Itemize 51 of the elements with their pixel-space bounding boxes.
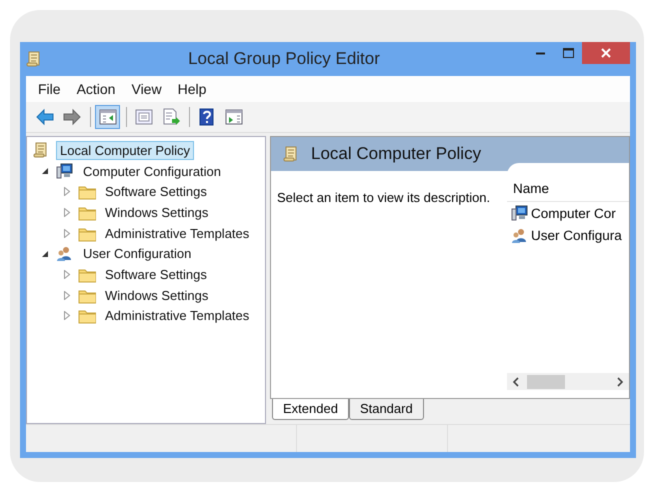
- tree-item[interactable]: Software Settings: [101, 182, 211, 202]
- collapsed-arrow-icon[interactable]: [63, 311, 71, 320]
- tree-item[interactable]: Windows Settings: [101, 286, 212, 305]
- tree-item[interactable]: Windows Settings: [101, 202, 212, 222]
- tree-item[interactable]: Computer Configuration: [79, 162, 226, 181]
- back-arrow-icon: [36, 108, 54, 126]
- close-icon: [601, 48, 611, 58]
- collapsed-arrow-icon[interactable]: [63, 228, 71, 238]
- scroll-icon: [283, 146, 299, 162]
- users-icon: [511, 226, 529, 244]
- menu-item[interactable]: View: [123, 81, 170, 97]
- menu-item[interactable]: Action: [68, 81, 124, 97]
- collapsed-arrow-icon[interactable]: [63, 187, 71, 196]
- menu-item[interactable]: Help: [170, 81, 214, 97]
- collapsed-arrow-icon[interactable]: [63, 208, 71, 217]
- users-icon: [56, 245, 74, 262]
- expanded-arrow-icon[interactable]: [41, 250, 49, 258]
- panel-icon: [224, 108, 242, 126]
- scroll-left-icon[interactable]: [512, 376, 519, 386]
- column-header[interactable]: Name: [513, 180, 550, 196]
- maximize-icon: [562, 48, 574, 58]
- window-title: Local Group Policy Editor: [187, 49, 381, 69]
- expanded-arrow-icon[interactable]: [41, 167, 49, 176]
- scrollbar-thumb[interactable]: [527, 374, 565, 388]
- toolbar-button[interactable]: [95, 105, 120, 129]
- collapsed-arrow-icon[interactable]: [63, 290, 71, 300]
- menu-item[interactable]: File: [30, 81, 69, 97]
- tab[interactable]: Extended: [272, 399, 349, 420]
- pane-icon: [98, 108, 116, 126]
- collapsed-arrow-icon[interactable]: [63, 270, 71, 279]
- computer-icon: [56, 162, 74, 180]
- tree-item[interactable]: User Configuration: [79, 244, 196, 264]
- list-item[interactable]: Computer Cor: [531, 206, 616, 220]
- scroll-right-icon[interactable]: [617, 376, 624, 386]
- minimize-icon: [536, 52, 544, 54]
- close-button[interactable]: [582, 42, 630, 64]
- tree-item[interactable]: Software Settings: [101, 264, 211, 284]
- help-icon: [198, 108, 216, 126]
- list-item[interactable]: User Configura: [531, 228, 622, 242]
- details-title: Local Computer Policy: [311, 144, 482, 164]
- horizontal-scrollbar[interactable]: [507, 373, 629, 390]
- tree-item[interactable]: Administrative Templates: [101, 224, 254, 243]
- tree-item[interactable]: Administrative Templates: [101, 306, 254, 326]
- tree-item[interactable]: Local Computer Policy: [56, 140, 194, 160]
- forward-arrow-icon: [62, 108, 80, 126]
- scroll-icon: [26, 51, 42, 67]
- window-icon: [134, 108, 152, 126]
- tab[interactable]: Standard: [348, 399, 424, 420]
- document-arrow-icon: [162, 108, 180, 126]
- description-text: Select an item to view its description.: [276, 189, 492, 207]
- computer-icon: [511, 204, 529, 222]
